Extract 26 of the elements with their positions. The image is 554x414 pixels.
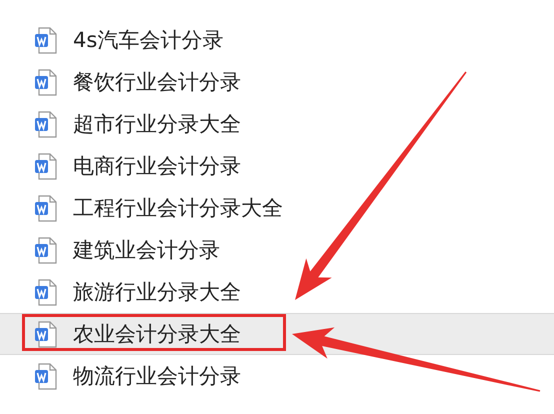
document-icon [34,152,57,180]
file-name: 电商行业会计分录 [73,153,241,180]
file-row[interactable]: 电商行业会计分录 [0,145,554,187]
file-row[interactable]: 超市行业分录大全 [0,103,554,145]
document-icon [34,194,57,222]
file-name: 农业会计分录大全 [73,321,241,348]
document-icon [34,68,57,96]
file-row[interactable]: 物流行业会计分录 [0,355,554,397]
file-row[interactable]: 建筑业会计分录 [0,229,554,271]
document-icon [34,278,57,306]
document-icon [34,26,57,54]
file-row[interactable]: 餐饮行业会计分录 [0,61,554,103]
file-name: 工程行业会计分录大全 [73,195,283,222]
file-name: 4s汽车会计分录 [73,27,224,54]
file-row[interactable]: 工程行业会计分录大全 [0,187,554,229]
file-name: 旅游行业分录大全 [73,279,241,306]
file-name: 超市行业分录大全 [73,111,241,138]
file-row[interactable]: 4s汽车会计分录 [0,19,554,61]
file-name: 物流行业会计分录 [73,363,241,390]
document-icon [34,362,57,390]
document-icon [34,110,57,138]
document-icon [34,236,57,264]
file-name: 餐饮行业会计分录 [73,69,241,96]
file-name: 建筑业会计分录 [73,237,220,264]
file-row[interactable]: 旅游行业分录大全 [0,271,554,313]
document-icon [34,320,57,348]
